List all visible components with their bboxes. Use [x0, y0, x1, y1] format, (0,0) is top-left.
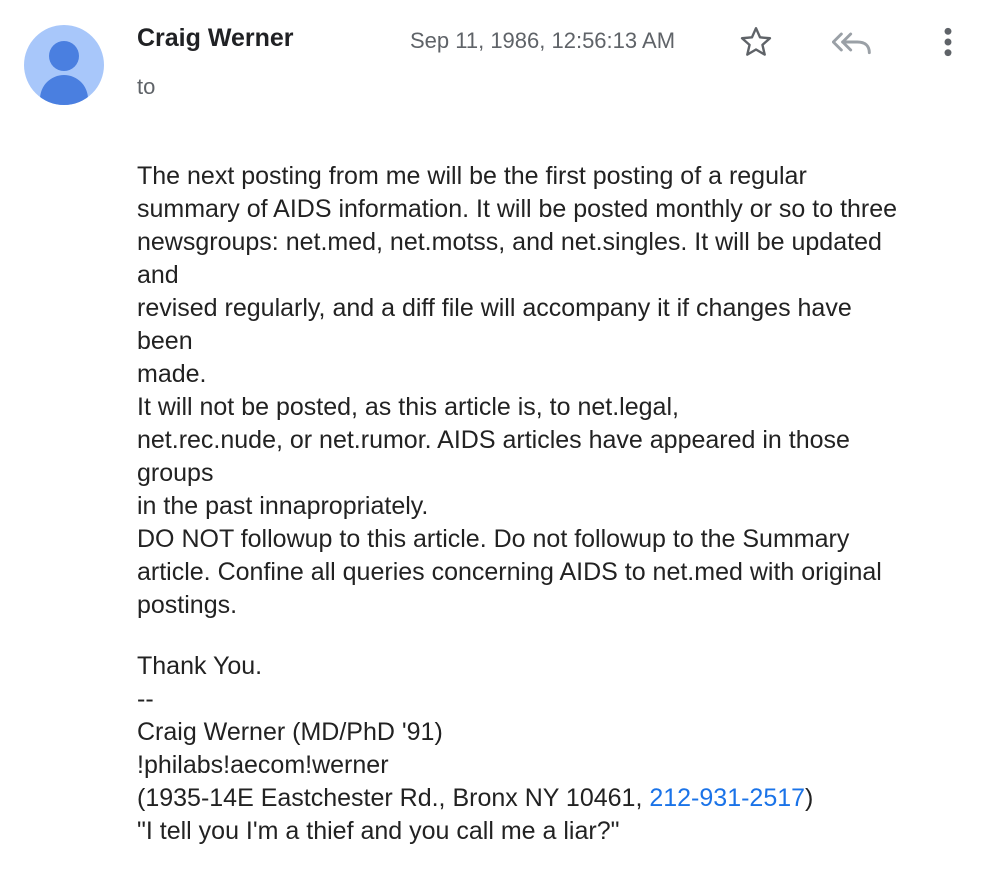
sender-avatar[interactable]	[24, 25, 104, 105]
recipient-line[interactable]: to	[137, 74, 155, 100]
signature-name: Craig Werner (MD/PhD '91)	[137, 718, 443, 746]
star-button[interactable]	[736, 22, 776, 62]
signature-address: (1935-14E Eastchester Rd., Bronx NY 1046…	[137, 782, 992, 815]
reply-all-button[interactable]	[832, 22, 872, 62]
message-date: Sep 11, 1986, 12:56:13 AM	[410, 28, 676, 53]
signature-address-suffix: )	[805, 784, 814, 812]
signature-address-prefix: (1935-14E Eastchester Rd., Bronx NY 1046…	[137, 784, 650, 812]
sender-name[interactable]: Craig Werner	[137, 24, 294, 53]
signature-separator: --	[137, 685, 154, 713]
more-vert-icon	[944, 27, 952, 57]
more-options-button[interactable]	[928, 22, 968, 62]
signature-quote: "I tell you I'm a thief and you call me …	[137, 817, 620, 845]
avatar-head-shape	[49, 41, 79, 71]
avatar-shoulders-shape	[40, 75, 88, 105]
signature-path: !philabs!aecom!werner	[137, 751, 389, 779]
star-outline-icon	[740, 27, 772, 56]
phone-link[interactable]: 212-931-2517	[649, 784, 805, 812]
message-paragraph: The next posting from me will be the fir…	[137, 162, 898, 619]
closing-line: Thank You.	[137, 652, 263, 680]
reply-all-icon	[832, 32, 871, 55]
message-body: The next posting from me will be the fir…	[137, 160, 992, 848]
